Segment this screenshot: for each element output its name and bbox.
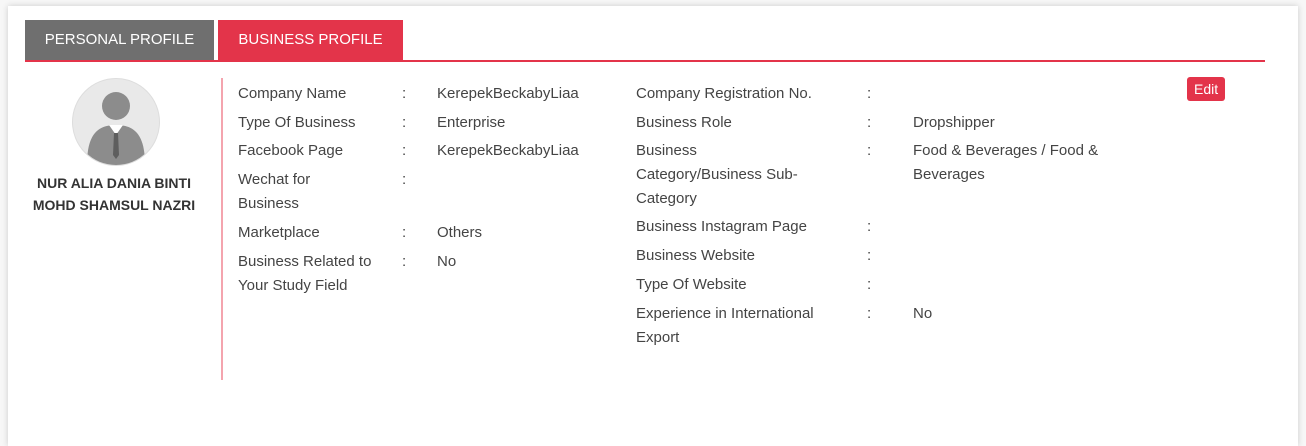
field-separator: : bbox=[867, 85, 872, 102]
field-value: Dropshipper bbox=[913, 114, 995, 131]
field-separator: : bbox=[402, 224, 407, 241]
field-separator: : bbox=[402, 142, 407, 159]
field-separator: : bbox=[867, 305, 872, 322]
field-label: Wechat for Business bbox=[238, 171, 311, 212]
tab-personal-profile[interactable]: PERSONAL PROFILE bbox=[25, 20, 214, 60]
field-label: Company Name bbox=[238, 85, 347, 102]
field-label: Business Related to Your Study Field bbox=[238, 253, 372, 294]
field-value: No bbox=[913, 305, 933, 322]
field-value: Enterprise bbox=[437, 114, 506, 131]
field-value: KerepekBeckabyLiaa bbox=[437, 85, 579, 102]
field-value: Food & Beverages / Food & Beverages bbox=[913, 142, 1099, 183]
avatar bbox=[72, 78, 160, 166]
field-value: Others bbox=[437, 224, 483, 241]
field-label: Company Registration No. bbox=[636, 85, 812, 102]
field-separator: : bbox=[402, 85, 407, 102]
field-separator: : bbox=[867, 142, 872, 159]
field-label: Type Of Website bbox=[636, 276, 747, 293]
field-value: No bbox=[437, 253, 457, 270]
field-separator: : bbox=[402, 253, 407, 270]
field-separator: : bbox=[402, 171, 407, 188]
tab-business-profile[interactable]: BUSINESS PROFILE bbox=[218, 20, 403, 60]
field-label: Marketplace bbox=[238, 224, 320, 241]
field-separator: : bbox=[867, 218, 872, 235]
field-value: KerepekBeckabyLiaa bbox=[437, 142, 579, 159]
field-label: Business Role bbox=[636, 114, 732, 131]
edit-button[interactable]: Edit bbox=[1187, 77, 1226, 101]
field-separator: : bbox=[402, 114, 407, 131]
field-label: Business Category/Business Sub-Category bbox=[636, 142, 798, 207]
field-label: Type Of Business bbox=[238, 114, 356, 131]
field-label: Business Instagram Page bbox=[636, 218, 807, 235]
section-divider bbox=[221, 78, 223, 380]
profile-tabs: PERSONAL PROFILE BUSINESS PROFILE bbox=[25, 20, 1265, 62]
field-label: Facebook Page bbox=[238, 142, 344, 159]
user-silhouette-icon bbox=[87, 92, 145, 165]
user-full-name: NUR ALIA DANIA BINTI MOHD SHAMSUL NAZRI bbox=[32, 175, 196, 213]
field-label: Business Website bbox=[636, 247, 755, 264]
field-separator: : bbox=[867, 114, 872, 131]
field-label: Experience in International Export bbox=[636, 305, 814, 346]
field-separator: : bbox=[867, 276, 872, 293]
field-separator: : bbox=[867, 247, 872, 264]
